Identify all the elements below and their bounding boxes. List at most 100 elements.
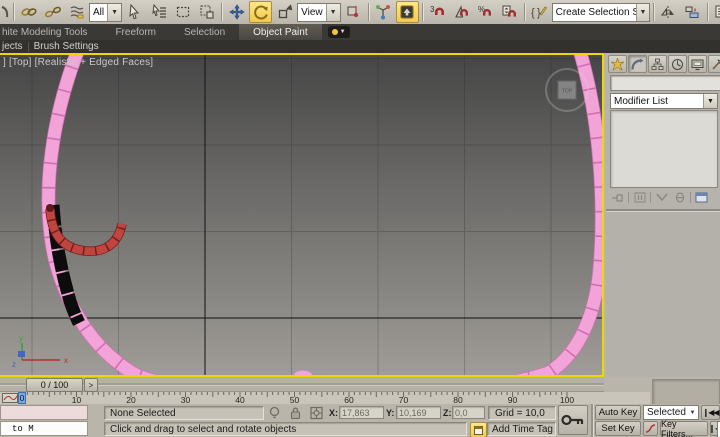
pin-stack-icon[interactable] — [610, 191, 625, 204]
tab-selection[interactable]: Selection — [170, 24, 239, 40]
angle-snap-toggle-icon[interactable] — [450, 1, 473, 23]
next-frame-glyph: > — [89, 381, 94, 390]
named-selection-sets-value: Create Selection Se — [553, 7, 637, 18]
absolute-offset-mode-icon[interactable] — [309, 406, 324, 423]
track-bar-right-panel — [652, 379, 720, 405]
align-icon[interactable] — [681, 1, 704, 23]
make-unique-icon[interactable] — [654, 191, 669, 204]
current-frame-indicator[interactable]: 0 — [18, 392, 26, 404]
z-coordinate-label: Z: — [443, 408, 452, 418]
remove-modifier-icon[interactable] — [672, 191, 687, 204]
configure-modifier-sets-icon[interactable] — [694, 191, 709, 204]
tab-hierarchy-icon[interactable] — [648, 55, 667, 73]
tab-freeform[interactable]: Freeform — [101, 24, 170, 40]
manage-layers-icon[interactable] — [711, 1, 720, 23]
viewport-canvas[interactable]: TOP y x z — [0, 55, 604, 377]
track-bar-ruler[interactable] — [0, 392, 650, 404]
snap-toggle-3d-icon[interactable]: 3 — [426, 1, 449, 23]
reference-coordinate-dropdown[interactable]: View ▼ — [297, 3, 341, 22]
toolbar-separator — [13, 3, 14, 21]
viewport-label[interactable]: ] [Top] [Realistic + Edged Faces] — [3, 57, 153, 68]
toolbar-separator — [524, 3, 525, 21]
select-by-name-icon[interactable] — [147, 1, 170, 23]
select-and-scale-icon[interactable] — [273, 1, 296, 23]
tangent-curve-icon — [645, 424, 656, 434]
panel-paint-objects[interactable]: jects — [0, 41, 23, 52]
edit-named-selection-sets-icon[interactable]: {} — [528, 1, 551, 23]
window-crossing-icon[interactable] — [195, 1, 218, 23]
listener-text: to M — [12, 424, 34, 434]
z-coordinate-field[interactable] — [452, 406, 485, 419]
keyboard-shortcut-override-icon[interactable] — [396, 1, 419, 23]
axis-y-label: y — [19, 334, 23, 343]
y-coordinate-field[interactable] — [396, 406, 441, 419]
select-and-manipulate-icon[interactable] — [372, 1, 395, 23]
current-frame-value: 0 — [20, 393, 25, 403]
command-panel-tabs — [608, 55, 720, 73]
x-coordinate-label: X: — [329, 408, 338, 418]
panel-brush-settings[interactable]: Brush Settings — [34, 41, 99, 52]
bind-to-spacewarp-icon[interactable] — [65, 1, 88, 23]
chevron-down-icon: ▼ — [340, 29, 346, 35]
percent-snap-toggle-icon[interactable]: % — [474, 1, 497, 23]
clipped-undo-icon[interactable] — [0, 1, 10, 23]
toolbar-separator — [653, 3, 654, 21]
add-time-tag-field[interactable]: Add Time Tag — [487, 422, 556, 436]
set-key-button[interactable]: Set Key — [595, 421, 641, 436]
maxscript-mini-listener[interactable]: to M — [0, 421, 88, 436]
separator — [628, 192, 629, 203]
spinner-snap-toggle-icon[interactable] — [498, 1, 521, 23]
key-filters-button[interactable]: Key Filters... — [660, 421, 708, 436]
key-filters-label: Key Filters... — [661, 419, 707, 437]
modifier-stack-buttons — [610, 190, 716, 205]
tab-display-icon[interactable] — [688, 55, 707, 73]
object-name-field[interactable] — [610, 75, 720, 91]
show-end-result-icon[interactable] — [632, 191, 647, 204]
chevron-down-icon: ▼ — [703, 94, 717, 108]
toolbar-separator — [422, 3, 423, 21]
ribbon-flyout-button[interactable]: ▼ — [328, 26, 350, 38]
use-pivot-point-center-icon[interactable] — [342, 1, 365, 23]
selection-lock-icon[interactable] — [289, 406, 302, 423]
tab-modify-icon[interactable] — [628, 55, 647, 73]
auto-key-button[interactable]: Auto Key — [595, 405, 641, 420]
select-and-rotate-icon[interactable] — [249, 1, 272, 23]
select-and-link-icon[interactable] — [17, 1, 40, 23]
toolbar-separator — [368, 3, 369, 21]
tab-motion-icon[interactable] — [668, 55, 687, 73]
reference-coordinate-value: View — [298, 7, 326, 18]
viewport-top[interactable]: TOP y x z ] [Top] [Realistic + Edged Fac… — [0, 53, 604, 377]
ribbon-tab-bar: hite Modeling Tools Freeform Selection O… — [0, 24, 720, 40]
tab-object-paint[interactable]: Object Paint — [239, 24, 321, 40]
tab-utilities-icon[interactable] — [708, 55, 720, 73]
default-tangent-button[interactable] — [643, 421, 658, 436]
selection-filter-dropdown[interactable]: All ▼ — [89, 3, 122, 22]
unlink-selection-icon[interactable] — [41, 1, 64, 23]
time-slider-handle[interactable]: 0 / 100 — [26, 378, 83, 392]
modifier-list-dropdown[interactable]: Modifier List ▼ — [610, 93, 718, 109]
maxscript-listener-macro-line[interactable] — [0, 405, 88, 420]
axis-x-label: x — [64, 356, 68, 365]
modifier-stack-list[interactable] — [610, 110, 718, 188]
isolate-selection-lightbulb-icon[interactable] — [268, 406, 281, 423]
tab-create-icon[interactable] — [608, 55, 627, 73]
auto-key-label: Auto Key — [599, 407, 638, 418]
named-selection-sets-dropdown[interactable]: Create Selection Se ▼ — [552, 3, 650, 22]
time-tag-toggle-button[interactable] — [470, 422, 487, 437]
x-coordinate-field[interactable] — [339, 406, 384, 419]
rectangular-selection-region-icon[interactable] — [171, 1, 194, 23]
selection-filter-value: All — [90, 7, 107, 18]
chevron-down-icon: ▼ — [326, 4, 340, 21]
chevron-down-icon: ▼ — [687, 410, 698, 416]
svg-text:3: 3 — [430, 5, 435, 14]
tab-graphite-modeling-tools[interactable]: hite Modeling Tools — [0, 24, 101, 40]
selection-status-text: None Selected — [110, 408, 176, 419]
select-object-icon[interactable] — [123, 1, 146, 23]
next-frame-arrow-button[interactable]: > — [84, 378, 98, 392]
set-keys-button[interactable] — [558, 405, 588, 435]
prompt-text: Click and drag to select and rotate obje… — [110, 424, 296, 435]
mirror-icon[interactable] — [657, 1, 680, 23]
add-time-tag-text: Add Time Tag — [492, 424, 553, 435]
chevron-down-icon: ▼ — [107, 4, 121, 21]
select-and-move-icon[interactable] — [225, 1, 248, 23]
